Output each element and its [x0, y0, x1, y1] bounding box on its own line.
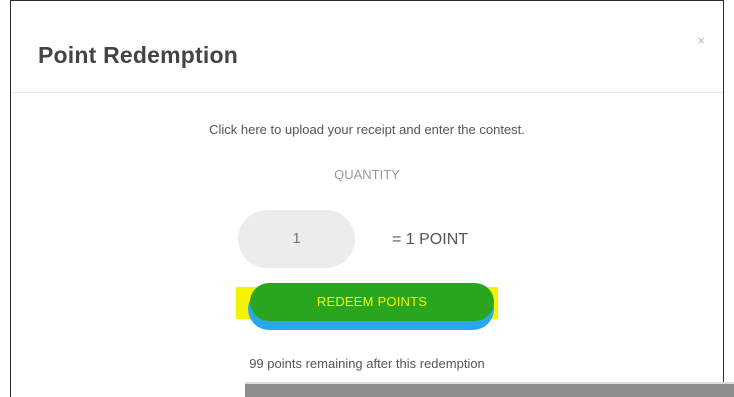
- page: Point Redemption × Click here to upload …: [0, 0, 734, 397]
- point-redemption-modal: Point Redemption × Click here to upload …: [10, 0, 724, 397]
- upload-receipt-link[interactable]: Click here to upload your receipt and en…: [11, 122, 723, 137]
- quantity-label: QUANTITY: [334, 167, 400, 182]
- quantity-input[interactable]: 1: [238, 210, 355, 268]
- redeem-points-button[interactable]: REDEEM POINTS: [236, 282, 498, 330]
- close-icon[interactable]: ×: [697, 34, 705, 47]
- points-equivalent: = 1 POINT: [392, 231, 469, 248]
- overlay-panel: [245, 382, 734, 397]
- redeem-button-label: REDEEM POINTS: [316, 294, 428, 309]
- modal-header: Point Redemption ×: [11, 1, 723, 93]
- modal-title: Point Redemption: [38, 42, 238, 68]
- points-remaining-text: 99 points remaining after this redemptio…: [249, 356, 485, 371]
